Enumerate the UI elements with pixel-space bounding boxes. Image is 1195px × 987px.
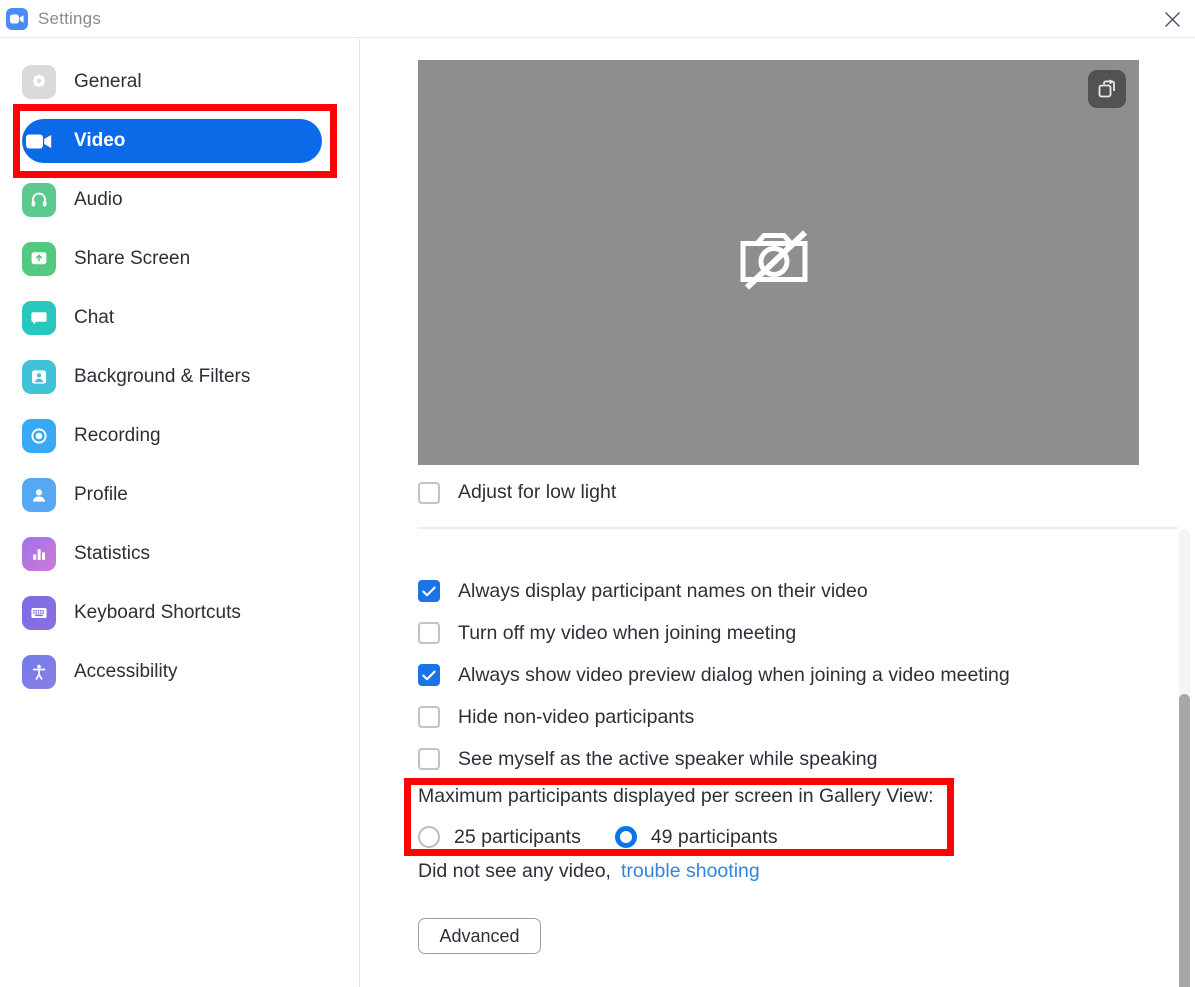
radio-option-49-participants[interactable]: 49 participants [615, 826, 778, 849]
gallery-view-title: Maximum participants displayed per scree… [418, 783, 958, 807]
sidebar-item-background-filters[interactable]: Background & Filters [22, 355, 322, 399]
radio-button[interactable] [418, 826, 440, 848]
option-row[interactable]: Always show video preview dialog when jo… [418, 654, 1178, 696]
option-row[interactable]: Always display participant names on thei… [418, 570, 1178, 612]
sidebar-item-label: Video [74, 130, 125, 152]
title-bar: Settings [0, 0, 1195, 38]
close-icon [1164, 11, 1181, 28]
option-checkbox[interactable] [418, 580, 440, 602]
option-label: Always display participant names on thei… [458, 580, 868, 603]
adjust-low-light-label: Adjust for low light [458, 481, 616, 504]
bar-chart-icon [22, 537, 56, 571]
zoom-camera-logo-icon [6, 8, 28, 30]
scrollbar-thumb[interactable] [1179, 694, 1190, 987]
sidebar-item-chat[interactable]: Chat [22, 296, 322, 340]
close-button[interactable] [1149, 0, 1195, 38]
headphones-icon [22, 183, 56, 217]
video-options-list: Always display participant names on thei… [418, 570, 1178, 780]
note-text: Did not see any video, [418, 860, 611, 882]
sidebar-item-statistics[interactable]: Statistics [22, 532, 322, 576]
person-icon [22, 478, 56, 512]
video-camera-icon [22, 124, 56, 158]
option-row[interactable]: Turn off my video when joining meeting [418, 612, 1178, 654]
option-label: See myself as the active speaker while s… [458, 748, 877, 771]
video-preview [418, 60, 1139, 465]
duplicate-window-icon [1097, 79, 1118, 100]
sidebar-item-label: Audio [74, 189, 123, 211]
adjust-low-light-checkbox[interactable] [418, 482, 440, 504]
sidebar-item-label: Keyboard Shortcuts [74, 602, 241, 624]
sidebar-item-label: Accessibility [74, 661, 177, 683]
sidebar-item-label: Statistics [74, 543, 150, 565]
option-label: Hide non-video participants [458, 706, 694, 729]
option-checkbox[interactable] [418, 622, 440, 644]
sidebar-item-accessibility[interactable]: Accessibility [22, 650, 322, 694]
option-checkbox[interactable] [418, 664, 440, 686]
sidebar-item-label: Share Screen [74, 248, 190, 270]
person-frame-icon [22, 360, 56, 394]
trouble-shooting-link[interactable]: trouble shooting [621, 860, 760, 882]
sidebar-item-share-screen[interactable]: Share Screen [22, 237, 322, 281]
section-divider [418, 527, 1178, 529]
option-row[interactable]: Hide non-video participants [418, 696, 1178, 738]
option-row[interactable]: See myself as the active speaker while s… [418, 738, 1178, 780]
gear-icon [22, 65, 56, 99]
chat-bubble-icon [22, 301, 56, 335]
accessibility-icon [22, 655, 56, 689]
sidebar-item-label: Background & Filters [74, 366, 250, 388]
radio-option-25-participants[interactable]: 25 participants [418, 826, 581, 849]
duplicate-window-button[interactable] [1088, 70, 1126, 108]
gallery-view-radio-group: 25 participants 49 participants [418, 826, 958, 849]
sidebar-item-label: Recording [74, 425, 161, 447]
record-circle-icon [22, 419, 56, 453]
settings-window: Settings General Vid [0, 0, 1195, 987]
sidebar-item-general[interactable]: General [22, 60, 322, 104]
main-panel: Adjust for low light Always display part… [361, 39, 1195, 987]
sidebar-item-label: Chat [74, 307, 114, 329]
sidebar-item-label: General [74, 71, 142, 93]
sidebar: General Video Audio [0, 39, 360, 987]
option-checkbox[interactable] [418, 706, 440, 728]
sidebar-item-profile[interactable]: Profile [22, 473, 322, 517]
sidebar-item-keyboard-shortcuts[interactable]: Keyboard Shortcuts [22, 591, 322, 635]
option-label: Always show video preview dialog when jo… [458, 664, 1010, 687]
radio-label: 25 participants [454, 826, 581, 849]
option-checkbox[interactable] [418, 748, 440, 770]
radio-button[interactable] [615, 826, 637, 848]
camera-off-icon [739, 229, 819, 296]
sidebar-item-audio[interactable]: Audio [22, 178, 322, 222]
gallery-view-settings: Maximum participants displayed per scree… [418, 783, 958, 849]
clipped-option-row[interactable]: Adjust for low light [418, 480, 1118, 504]
option-label: Turn off my video when joining meeting [458, 622, 796, 645]
radio-label: 49 participants [651, 826, 778, 849]
sidebar-item-label: Profile [74, 484, 128, 506]
sidebar-item-recording[interactable]: Recording [22, 414, 322, 458]
share-screen-icon [22, 242, 56, 276]
troubleshooting-note: Did not see any video, trouble shooting [418, 860, 760, 883]
advanced-button[interactable]: Advanced [418, 918, 541, 954]
sidebar-item-video[interactable]: Video [22, 119, 322, 163]
keyboard-icon [22, 596, 56, 630]
window-title: Settings [38, 9, 101, 29]
